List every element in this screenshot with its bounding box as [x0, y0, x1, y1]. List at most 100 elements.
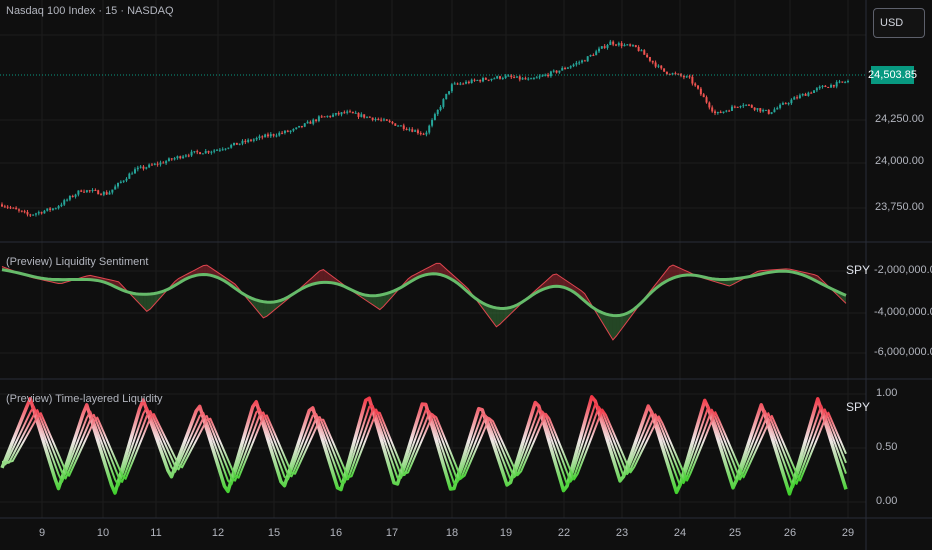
candle-body [131, 173, 134, 175]
candle-body [165, 161, 168, 164]
candle-body [40, 212, 43, 214]
candle-body [651, 60, 654, 63]
candle-body [767, 109, 770, 114]
sentiment-fill [263, 301, 267, 318]
candle-body [603, 46, 606, 48]
candle-body [433, 114, 436, 120]
candle-body [575, 62, 578, 65]
candle-body [745, 104, 748, 106]
candle-body [631, 45, 634, 47]
candle-body [753, 107, 756, 110]
candle-body [586, 56, 589, 62]
candle-body [332, 114, 335, 117]
candle-body [465, 81, 468, 84]
candle-body [258, 136, 261, 138]
pane-title-time-layered-liquidity[interactable]: (Preview) Time-layered Liquidity [6, 393, 163, 405]
candle-body [620, 43, 623, 47]
candle-body [510, 75, 513, 78]
chart-canvas[interactable] [0, 0, 932, 550]
candle-body [309, 121, 312, 124]
candle-body [847, 80, 849, 83]
pane-title-liquidity-sentiment[interactable]: (Preview) Liquidity Sentiment [6, 256, 148, 268]
candle-body [730, 106, 733, 111]
candle-body [91, 190, 94, 192]
candle-body [249, 139, 252, 141]
candle-body [592, 55, 595, 57]
time-tick: 16 [329, 527, 343, 539]
time-tick: 17 [385, 527, 399, 539]
candle-body [371, 117, 374, 120]
currency-button[interactable]: USD [873, 8, 925, 38]
candle-body [351, 111, 354, 114]
candle-body [832, 84, 835, 87]
candle-body [320, 116, 323, 118]
candle-body [431, 119, 434, 126]
candle-body [507, 75, 510, 77]
candle-body [221, 149, 224, 151]
candle-body [660, 65, 663, 69]
candle-body [501, 77, 504, 79]
candle-body [547, 74, 550, 77]
candle-body [32, 214, 35, 216]
candle-body [648, 57, 651, 61]
sentiment-tick: -6,000,000.00 [874, 346, 932, 358]
candle-body [156, 163, 159, 165]
candle-body [493, 78, 496, 80]
candle-body [23, 211, 26, 213]
candle-body [235, 142, 238, 145]
price-tick: 23,750.00 [875, 201, 924, 213]
candle-body [685, 76, 688, 78]
candle-body [346, 111, 349, 113]
candle-body [292, 129, 295, 131]
candle-body [80, 190, 83, 192]
candle-body [487, 79, 490, 81]
candle-body [283, 130, 286, 134]
candle-body [74, 194, 77, 197]
candle-body [148, 164, 151, 168]
sentiment-tick: -2,000,000.00 [874, 264, 932, 276]
candle-body [377, 119, 380, 121]
time-layer-line [0, 395, 848, 496]
candle-body [196, 151, 199, 153]
candle-body [247, 139, 250, 142]
candle-body [218, 149, 221, 151]
candle-body [15, 207, 18, 210]
sentiment-fill [552, 274, 557, 287]
candle-body [360, 114, 363, 117]
candle-body [742, 105, 745, 107]
candle-body [841, 81, 844, 83]
candle-body [688, 76, 691, 78]
candle-body [532, 78, 535, 80]
candle-body [213, 150, 216, 152]
candle-body [159, 162, 162, 165]
candle-body [541, 75, 544, 77]
time-tick: 19 [499, 527, 513, 539]
candle-body [399, 125, 402, 127]
candle-body [230, 145, 233, 148]
candle-body [278, 132, 281, 136]
candle-body [264, 134, 267, 138]
candle-body [46, 208, 49, 211]
candle-body [708, 102, 711, 108]
candle-body [807, 92, 810, 96]
candle-body [391, 121, 394, 124]
candle-body [524, 78, 527, 80]
tl-tick: 0.00 [876, 495, 898, 507]
candle-body [521, 78, 524, 80]
candle-body [337, 112, 340, 115]
time-tick: 26 [783, 527, 797, 539]
candle-body [581, 60, 584, 63]
candle-body [804, 94, 807, 96]
candle-body [281, 132, 284, 134]
symbol-title[interactable]: Nasdaq 100 Index · 15 · NASDAQ [6, 5, 174, 17]
candle-body [813, 90, 816, 93]
candle-body [224, 148, 227, 150]
time-tick: 12 [211, 527, 225, 539]
candle-body [716, 111, 719, 114]
candle-body [564, 68, 567, 70]
candle-body [561, 68, 564, 71]
candle-body [750, 105, 753, 108]
candle-body [824, 85, 827, 88]
candle-body [102, 192, 105, 195]
candle-body [450, 84, 453, 92]
